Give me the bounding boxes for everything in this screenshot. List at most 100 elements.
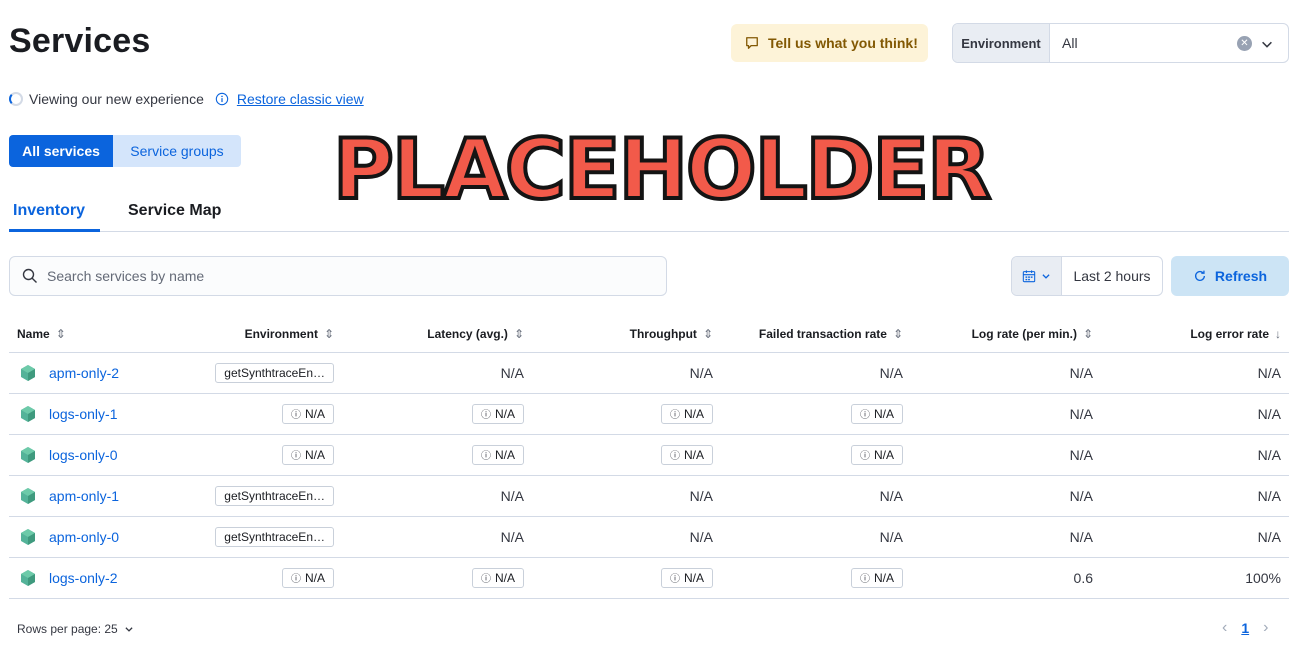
cell-latency: N/A [342, 516, 532, 558]
quick-select-button[interactable] [1012, 257, 1062, 295]
cell-name: logs-only-1 [9, 393, 199, 435]
cell-name: logs-only-2 [9, 557, 199, 599]
column-header-throughput[interactable]: Throughput ⇕ [532, 316, 721, 353]
info-icon: ⓘ [669, 451, 680, 462]
chevron-down-icon [125, 627, 133, 632]
environment-select[interactable]: Environment All ✕ [952, 23, 1289, 63]
table-row: logs-only-0 ⓘ N/A ⓘ N/A ⓘ N/A ⓘ N/A N/A N/A [9, 434, 1289, 476]
sort-icon: ⇕ [323, 326, 334, 341]
cell-log-error-rate: N/A [1101, 475, 1289, 517]
pagination: ‹ 1 › [1222, 619, 1268, 637]
cell-name: apm-only-0 [9, 516, 199, 558]
sort-icon: ⇕ [55, 326, 66, 341]
na-badge[interactable]: ⓘ N/A [660, 567, 713, 588]
sort-icon: ⇕ [892, 326, 903, 341]
sort-desc-icon: ↓ [1275, 326, 1281, 341]
search-input[interactable] [47, 268, 647, 284]
na-badge[interactable]: ⓘ N/A [850, 403, 903, 424]
na-badge[interactable]: ⓘ N/A [281, 403, 334, 424]
na-badge[interactable]: ⓘ N/A [471, 567, 524, 588]
service-name-link[interactable]: apm-only-2 [49, 365, 119, 381]
calendar-icon [1022, 270, 1036, 283]
tab-service-map[interactable]: Service Map [128, 202, 221, 220]
info-icon[interactable] [215, 92, 229, 106]
cell-log-error-rate: N/A [1101, 516, 1289, 558]
cell-log-rate: N/A [911, 352, 1101, 394]
cell-latency: ⓘ N/A [342, 393, 532, 435]
refresh-icon [1194, 270, 1205, 281]
sort-icon: ⇕ [513, 326, 524, 341]
cell-failed-rate: ⓘ N/A [721, 393, 911, 435]
feedback-label: Tell us what you think! [768, 35, 918, 51]
table-row: logs-only-2 ⓘ N/A ⓘ N/A ⓘ N/A ⓘ N/A 0.6 100% [9, 557, 1289, 599]
column-header-failed-transaction-rate[interactable]: Failed transaction rate ⇕ [721, 316, 911, 353]
search-icon [22, 268, 37, 283]
restore-classic-view-link[interactable]: Restore classic view [237, 91, 364, 107]
speech-bubble-icon [746, 37, 758, 49]
rows-per-page-label: Rows per page: 25 [17, 622, 118, 636]
info-icon: ⓘ [859, 451, 870, 462]
cell-throughput: N/A [532, 516, 721, 558]
tab-bar: Inventory Service Map [9, 196, 1289, 232]
cell-log-rate: 0.6 [911, 557, 1101, 599]
column-header-log-rate[interactable]: Log rate (per min.) ⇕ [911, 316, 1101, 353]
tab-inventory[interactable]: Inventory [13, 202, 85, 220]
info-icon: ⓘ [859, 574, 870, 585]
page-number[interactable]: 1 [1241, 620, 1249, 636]
info-icon: ⓘ [480, 574, 491, 585]
environment-badge[interactable]: getSynthtraceEn… [215, 485, 334, 506]
service-icon [21, 364, 35, 381]
environment-value[interactable]: All [1050, 24, 1288, 62]
experience-text: Viewing our new experience [29, 91, 204, 107]
service-name-link[interactable]: logs-only-1 [49, 406, 117, 422]
cell-log-rate: N/A [911, 393, 1101, 435]
cell-log-error-rate: 100% [1101, 557, 1289, 599]
info-icon: ⓘ [480, 451, 491, 462]
na-badge[interactable]: ⓘ N/A [471, 403, 524, 424]
na-badge[interactable]: ⓘ N/A [281, 567, 334, 588]
experience-notice: Viewing our new experience Restore class… [9, 91, 364, 107]
table-row: apm-only-1 getSynthtraceEn… N/A N/A N/A N/A N/… [9, 475, 1289, 517]
page-title: Services [9, 22, 151, 60]
column-header-log-error-rate[interactable]: Log error rate ↓ [1101, 316, 1289, 353]
previous-page-icon[interactable]: ‹ [1222, 619, 1227, 637]
info-icon: ⓘ [290, 574, 301, 585]
info-icon: ⓘ [480, 410, 491, 421]
cell-failed-rate: N/A [721, 475, 911, 517]
na-badge[interactable]: ⓘ N/A [281, 444, 334, 465]
cell-latency: N/A [342, 352, 532, 394]
table-row: apm-only-2 getSynthtraceEn… N/A N/A N/A N/A N/… [9, 352, 1289, 394]
cell-latency: ⓘ N/A [342, 434, 532, 476]
service-name-link[interactable]: logs-only-0 [49, 447, 117, 463]
rows-per-page-select[interactable]: Rows per page: 25 [17, 622, 134, 636]
na-badge[interactable]: ⓘ N/A [660, 444, 713, 465]
service-name-link[interactable]: apm-only-1 [49, 488, 119, 504]
chevron-down-icon[interactable] [1260, 37, 1274, 51]
all-services-button[interactable]: All services [9, 135, 113, 167]
cell-environment: getSynthtraceEn… [199, 352, 342, 394]
date-range-value[interactable]: Last 2 hours [1062, 257, 1162, 295]
na-badge[interactable]: ⓘ N/A [471, 444, 524, 465]
service-view-toggle: All services Service groups [9, 135, 241, 167]
column-header-name[interactable]: Name ⇕ [9, 316, 199, 353]
active-tab-indicator [9, 229, 100, 232]
info-icon: ⓘ [290, 451, 301, 462]
refresh-label: Refresh [1214, 268, 1268, 284]
service-groups-button[interactable]: Service groups [113, 135, 241, 167]
na-badge[interactable]: ⓘ N/A [660, 403, 713, 424]
column-header-latency[interactable]: Latency (avg.) ⇕ [342, 316, 532, 353]
column-header-environment[interactable]: Environment ⇕ [199, 316, 342, 353]
service-icon [21, 528, 35, 545]
environment-badge[interactable]: getSynthtraceEn… [215, 526, 334, 547]
feedback-button[interactable]: Tell us what you think! [731, 24, 928, 62]
environment-badge[interactable]: getSynthtraceEn… [215, 362, 334, 383]
cell-log-error-rate: N/A [1101, 352, 1289, 394]
service-name-link[interactable]: apm-only-0 [49, 529, 119, 545]
clear-icon[interactable]: ✕ [1237, 36, 1252, 51]
next-page-icon[interactable]: › [1263, 619, 1268, 637]
table-header-row: Name ⇕ Environment ⇕ Latency (avg.) ⇕ Throu… [9, 316, 1289, 353]
na-badge[interactable]: ⓘ N/A [850, 567, 903, 588]
na-badge[interactable]: ⓘ N/A [850, 444, 903, 465]
service-name-link[interactable]: logs-only-2 [49, 570, 117, 586]
refresh-button[interactable]: Refresh [1171, 256, 1289, 296]
